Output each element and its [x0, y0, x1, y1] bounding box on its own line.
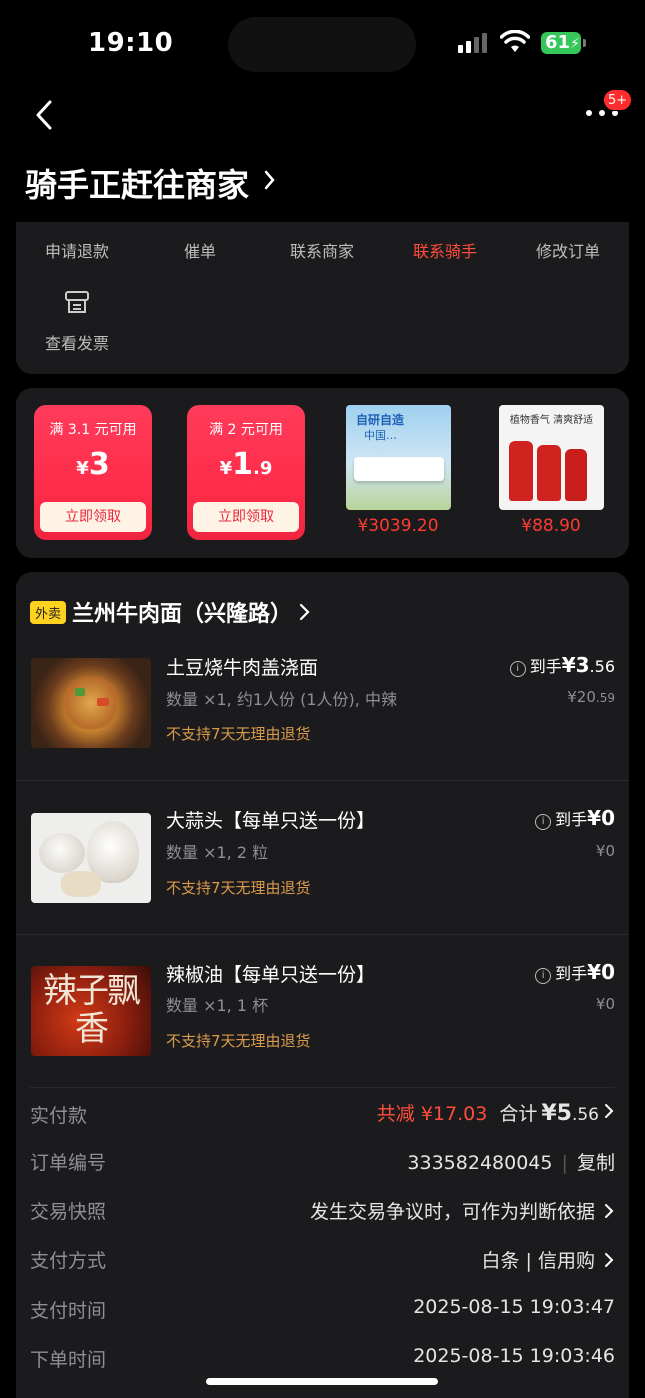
store-header[interactable]: 外卖 兰州牛肉面（兴隆路）: [30, 596, 312, 628]
order-time-value: 2025-08-15 19:03:46: [413, 1345, 615, 1367]
info-icon[interactable]: i: [535, 968, 552, 984]
claim-coupon-button[interactable]: 立即领取: [40, 502, 146, 532]
detergent-product-image[interactable]: 植物香气 清爽舒适: [499, 405, 604, 510]
payment-method-label: 支付方式: [30, 1250, 107, 1272]
snapshot-value: 发生交易争议时，可作为判断依据: [309, 1201, 595, 1223]
coupon-amount: ¥3: [76, 447, 110, 482]
battery-icon: 61⚡: [541, 32, 581, 54]
home-indicator[interactable]: [206, 1378, 438, 1385]
coupon-card[interactable]: 满 3.1 元可用 ¥3 立即领取: [34, 405, 152, 540]
modify-order-button[interactable]: 修改订单: [513, 238, 623, 262]
total-amount-decimal: .56: [571, 1105, 599, 1125]
coupon-amount: ¥1.9: [219, 447, 273, 482]
product-image-text: 中国…: [364, 429, 397, 442]
store-name[interactable]: 兰州牛肉面（兴隆路）: [72, 596, 292, 628]
product-image-text: 自研自造: [356, 413, 405, 427]
total-amount: ¥5: [541, 1101, 572, 1126]
item-divider: [16, 780, 629, 781]
summary-divider: [30, 1087, 615, 1088]
total-label: 合计: [499, 1103, 538, 1125]
payment-method-link[interactable]: 白条 | 信用购: [482, 1246, 615, 1273]
claim-coupon-button[interactable]: 立即领取: [193, 502, 299, 532]
dynamic-island: [228, 17, 416, 72]
coupon-condition: 满 3.1 元可用: [49, 422, 137, 438]
item-name[interactable]: 大蒜头【每单只送一份】: [166, 806, 375, 833]
refund-button[interactable]: 申请退款: [22, 238, 132, 262]
chili-oil-image-text: 辣子飘香: [43, 971, 141, 1049]
item-name[interactable]: 土豆烧牛肉盖浇面: [166, 653, 318, 680]
coupon-condition: 满 2 元可用: [209, 422, 283, 438]
item-return-policy: 不支持7天无理由退货: [166, 725, 311, 743]
payment-time-label: 支付时间: [30, 1300, 107, 1322]
item-spec: 数量 ×1, 2 粒: [166, 843, 269, 862]
paid-amount-value[interactable]: 共减 ¥17.03 合计 ¥5 .56: [377, 1099, 615, 1126]
product-price: ¥88.90: [521, 516, 581, 536]
chevron-right-icon[interactable]: [298, 601, 312, 623]
contact-store-button[interactable]: 联系商家: [267, 238, 377, 262]
coupon-card[interactable]: 满 2 元可用 ¥1.9 立即领取: [187, 405, 305, 540]
paid-amount-label: 实付款: [30, 1105, 88, 1127]
item-return-policy: 不支持7天无理由退货: [166, 879, 311, 897]
chevron-right-icon[interactable]: [603, 1251, 615, 1269]
battery-cap: [583, 39, 586, 47]
item-spec: 数量 ×1, 1 杯: [166, 996, 269, 1015]
product-image-text: 植物香气 清爽舒适: [509, 415, 594, 426]
garlic-image[interactable]: [31, 813, 151, 903]
payment-method-value: 白条 | 信用购: [481, 1250, 595, 1272]
wifi-icon: [500, 30, 530, 52]
info-icon[interactable]: i: [509, 661, 526, 677]
order-number: 333582480045: [407, 1152, 553, 1174]
notification-badge: 5+: [603, 89, 633, 111]
chili-oil-image[interactable]: 辣子飘香: [31, 966, 151, 1056]
contact-rider-button[interactable]: 联系骑手: [390, 238, 500, 262]
order-number-label: 订单编号: [30, 1152, 107, 1174]
takeout-tag: 外卖: [30, 600, 67, 624]
urge-button[interactable]: 催单: [145, 238, 255, 262]
copy-button[interactable]: 复制: [577, 1152, 615, 1174]
invoice-icon[interactable]: [63, 290, 91, 316]
item-name[interactable]: 辣椒油【每单只送一份】: [166, 960, 375, 987]
product-price: ¥3039.20: [357, 516, 439, 536]
order-time-label: 下单时间: [30, 1349, 107, 1371]
battery-level: 61: [545, 32, 571, 53]
back-icon[interactable]: [30, 98, 60, 132]
item-final-price[interactable]: i 到手¥0: [535, 806, 615, 830]
item-final-price[interactable]: i 到手¥0: [535, 960, 615, 984]
item-original-price: ¥0: [595, 995, 615, 1013]
info-icon[interactable]: i: [535, 814, 552, 830]
item-original-price: ¥0: [595, 842, 615, 860]
status-time: 19:10: [88, 28, 174, 58]
item-original-price: ¥20.59: [567, 688, 615, 706]
chevron-right-icon[interactable]: [603, 1202, 615, 1220]
page-title[interactable]: 骑手正赶往商家: [25, 160, 249, 206]
item-final-price[interactable]: i 到手¥3.56: [509, 653, 615, 677]
chevron-right-icon[interactable]: [603, 1102, 615, 1120]
item-return-policy: 不支持7天无理由退货: [166, 1032, 311, 1050]
discount-total: 共减 ¥17.03: [376, 1103, 488, 1125]
invoice-button[interactable]: 查看发票: [22, 330, 132, 354]
payment-time-value: 2025-08-15 19:03:47: [413, 1296, 615, 1318]
item-spec: 数量 ×1, 约1人份 (1人份), 中辣: [166, 690, 397, 709]
snapshot-label: 交易快照: [30, 1201, 107, 1223]
signal-icon: [458, 33, 490, 53]
chevron-right-icon[interactable]: [262, 166, 278, 194]
order-number-row: 333582480045 | 复制: [407, 1152, 615, 1174]
snapshot-link[interactable]: 发生交易争议时，可作为判断依据: [310, 1197, 615, 1224]
item-divider: [16, 934, 629, 935]
air-conditioner-product-image[interactable]: 自研自造 中国…: [346, 405, 451, 510]
noodle-dish-image[interactable]: [31, 658, 151, 748]
